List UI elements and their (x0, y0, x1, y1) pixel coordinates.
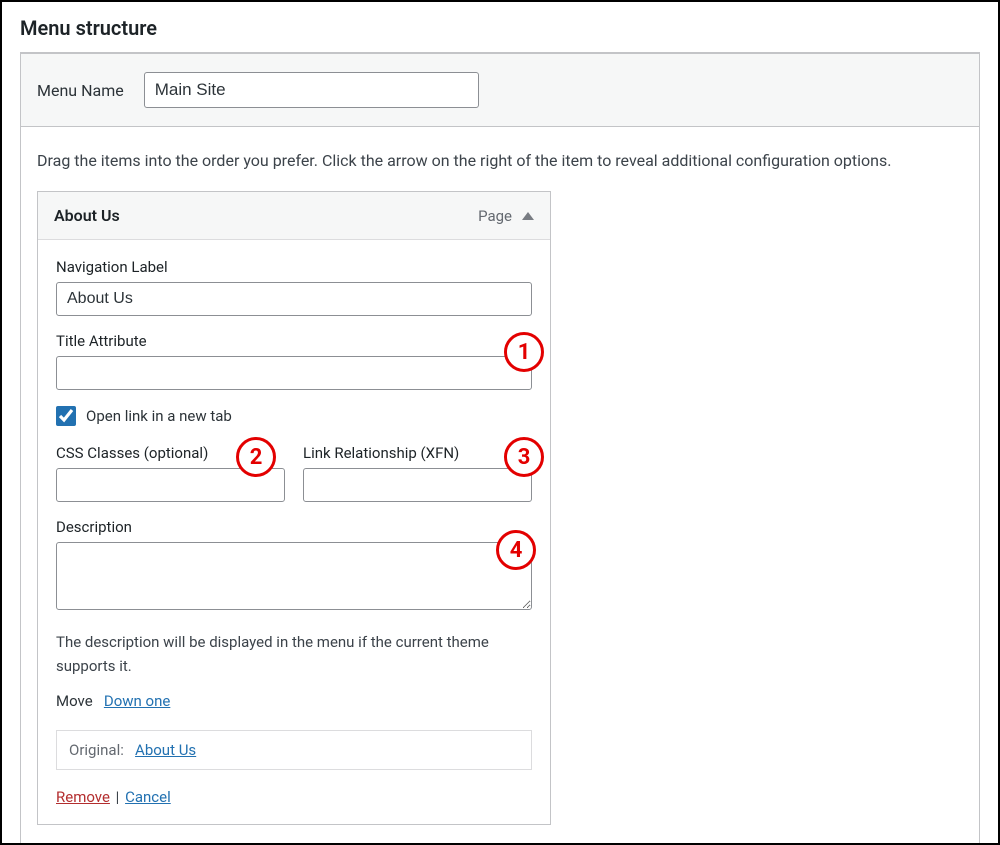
original-label: Original: (69, 741, 124, 759)
description-input[interactable] (56, 542, 532, 610)
remove-link[interactable]: Remove (56, 788, 110, 806)
menu-name-input[interactable] (144, 72, 479, 108)
xfn-input[interactable] (303, 468, 532, 502)
menu-item-type: Page (478, 207, 534, 225)
actions-separator: | (116, 788, 120, 806)
instructions-text: Drag the items into the order you prefer… (20, 127, 980, 181)
annotation-2: 2 (236, 437, 276, 477)
description-label: Description (56, 518, 532, 536)
nav-label-input[interactable] (56, 282, 532, 316)
menu-item: About Us Page 1 2 3 4 Navigation Label (37, 191, 551, 825)
move-label: Move (56, 692, 93, 710)
title-attr-label: Title Attribute (56, 332, 532, 350)
menu-item-title: About Us (54, 206, 120, 225)
nav-label-label: Navigation Label (56, 258, 532, 276)
menu-name-label: Menu Name (37, 81, 124, 100)
annotation-1: 1 (504, 332, 544, 372)
xfn-label: Link Relationship (XFN) (303, 444, 532, 462)
menu-item-body: 1 2 3 4 Navigation Label Title Attribute (38, 240, 550, 824)
cancel-link[interactable]: Cancel (125, 788, 171, 806)
title-attr-input[interactable] (56, 356, 532, 390)
new-tab-field: Open link in a new tab (56, 406, 532, 426)
move-row: Move Down one (56, 692, 532, 710)
original-box: Original: About Us (56, 730, 532, 770)
xfn-field: Link Relationship (XFN) (303, 444, 532, 502)
new-tab-checkbox[interactable] (56, 406, 76, 426)
menu-item-type-label: Page (478, 207, 512, 225)
description-hint: The description will be displayed in the… (56, 630, 532, 678)
annotation-3: 3 (504, 437, 544, 477)
panel-title: Menu structure (2, 2, 998, 52)
nav-label-field: Navigation Label (56, 258, 532, 316)
annotation-4: 4 (496, 530, 536, 570)
description-field: Description (56, 518, 532, 614)
new-tab-label: Open link in a new tab (86, 407, 232, 425)
menu-name-row: Menu Name (20, 53, 980, 127)
original-link[interactable]: About Us (135, 741, 196, 759)
menu-item-header[interactable]: About Us Page (38, 192, 550, 240)
move-down-one-link[interactable]: Down one (104, 692, 170, 710)
title-attr-field: Title Attribute (56, 332, 532, 390)
collapse-arrow-icon[interactable] (522, 212, 534, 220)
item-actions: Remove | Cancel (56, 788, 532, 806)
